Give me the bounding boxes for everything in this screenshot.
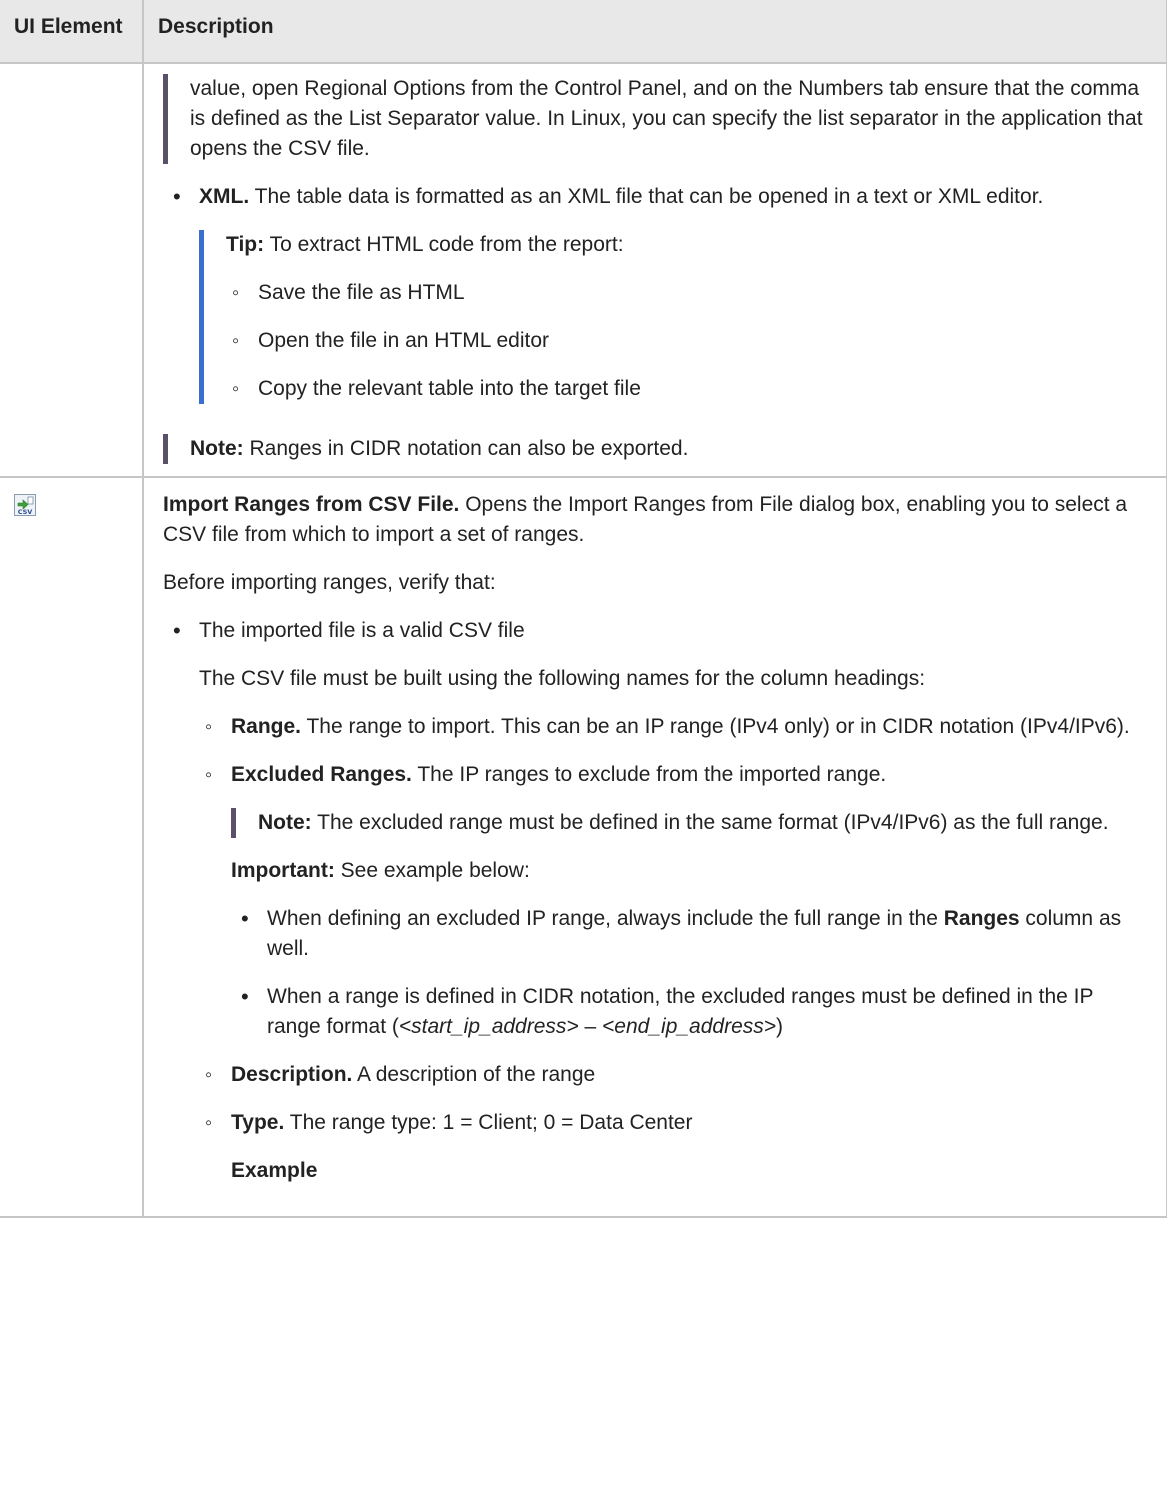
list-item: When a range is defined in CIDR notation… <box>231 982 1148 1042</box>
important-lead: Important: <box>231 859 335 882</box>
table-header-row: UI Element Description <box>0 0 1167 64</box>
list-item: Copy the relevant table into the target … <box>226 374 1148 404</box>
continued-note-block: value, open Regional Options from the Co… <box>163 74 1148 164</box>
list-item: When defining an excluded IP range, alwa… <box>231 904 1148 964</box>
important-list: When defining an excluded IP range, alwa… <box>231 904 1148 1042</box>
important-text: See example below: <box>334 859 530 882</box>
xml-text: The table data is formatted as an XML fi… <box>249 185 1044 208</box>
ui-element-table: UI Element Description value, open Regio… <box>0 0 1167 1218</box>
table-row: value, open Regional Options from the Co… <box>0 63 1167 478</box>
list-item: Open the file in an HTML editor <box>226 326 1148 356</box>
verify-list: The imported file is a valid CSV file Th… <box>163 616 1148 1186</box>
tip-block: Tip: To extract HTML code from the repor… <box>199 230 1148 404</box>
note-block: Note: Ranges in CIDR notation can also b… <box>163 434 1148 464</box>
tip-lead: Tip: <box>226 233 265 256</box>
headings-list: Range. The range to import. This can be … <box>199 712 1148 1186</box>
excluded-note-block: Note: The excluded range must be defined… <box>231 808 1148 838</box>
csv-headings-text: The CSV file must be built using the fol… <box>199 667 926 690</box>
list-item: Range. The range to import. This can be … <box>199 712 1148 742</box>
import-title-lead: Import Ranges from CSV File. <box>163 493 460 516</box>
note-text: Ranges in CIDR notation can also be expo… <box>243 437 689 460</box>
import-csv-icon[interactable]: CSV <box>14 494 36 516</box>
list-item: Save the file as HTML <box>226 278 1148 308</box>
list-item: Description. A description of the range <box>199 1060 1148 1090</box>
valid-csv-text: The imported file is a valid CSV file <box>199 619 525 642</box>
table-row: CSV Import Ranges from CSV File. Opens t… <box>0 477 1167 1218</box>
list-item: XML. The table data is formatted as an X… <box>163 182 1148 404</box>
header-ui-element: UI Element <box>0 0 144 64</box>
tip-list: Save the file as HTML Open the file in a… <box>226 278 1148 404</box>
list-item: The imported file is a valid CSV file Th… <box>163 616 1148 1186</box>
note-lead: Note: <box>190 437 244 460</box>
continued-note-text: value, open Regional Options from the Co… <box>190 77 1143 160</box>
svg-text:CSV: CSV <box>18 508 33 516</box>
format-list: XML. The table data is formatted as an X… <box>163 182 1148 404</box>
header-description: Description <box>143 0 1167 64</box>
verify-text: Before importing ranges, verify that: <box>163 571 496 594</box>
description-cell: value, open Regional Options from the Co… <box>143 63 1167 478</box>
ui-element-cell: CSV <box>0 477 144 1218</box>
description-cell: Import Ranges from CSV File. Opens the I… <box>143 477 1167 1218</box>
ui-element-cell <box>0 63 144 478</box>
example-label: Example <box>231 1159 318 1182</box>
xml-lead: XML. <box>199 185 250 208</box>
tip-text: To extract HTML code from the report: <box>264 233 624 256</box>
list-item: Type. The range type: 1 = Client; 0 = Da… <box>199 1108 1148 1186</box>
list-item: Excluded Ranges. The IP ranges to exclud… <box>199 760 1148 1042</box>
